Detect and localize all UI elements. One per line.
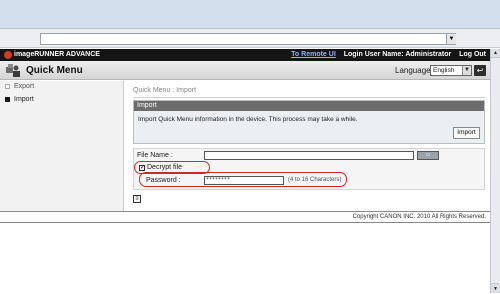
back-arrow-icon[interactable]: ↩ [474, 65, 486, 76]
title-bar: Quick Menu Language English ▼ ↩ [0, 61, 490, 80]
language-label: Language [395, 66, 431, 75]
import-form: File Name : ▭ ✓ Decrypt file Password : … [133, 148, 485, 190]
import-panel-title: Import [134, 101, 484, 111]
scroll-down-icon[interactable]: ▼ [491, 283, 500, 293]
canon-logo-icon [4, 51, 12, 59]
password-label: Password : [146, 177, 181, 184]
page-title: Quick Menu [26, 65, 83, 76]
sidebar: Export Import [0, 81, 124, 211]
decrypt-checkbox[interactable]: ✓ [139, 165, 145, 171]
header-links: To Remote UI Login User Name: Administra… [285, 49, 486, 61]
address-input[interactable] [40, 33, 456, 45]
footer: Copyright CANON INC. 2010 All Rights Res… [0, 211, 490, 223]
brand-name: imageRUNNER ADVANCE [14, 51, 100, 58]
page-blank-area [0, 224, 490, 293]
quick-menu-icon [6, 64, 20, 77]
browse-icon[interactable]: ▭ [417, 151, 439, 160]
sidebar-item-export[interactable]: Export [0, 81, 124, 92]
language-value: English [433, 67, 455, 74]
divider [133, 97, 485, 98]
scroll-up-icon[interactable]: ▲ [491, 49, 500, 58]
page-top-icon[interactable]: ≡ [133, 195, 141, 203]
main-content: Quick Menu : Import Import Import Quick … [125, 81, 490, 211]
browser-toolbar [0, 0, 500, 29]
language-select[interactable]: English ▼ [430, 65, 472, 76]
login-user-name: Login User Name: Administrator [343, 51, 452, 58]
chevron-down-icon: ▼ [462, 66, 471, 75]
bullet-icon [5, 84, 10, 89]
sidebar-item-import[interactable]: Import [0, 94, 124, 105]
import-panel: Import Import Quick Menu information in … [133, 100, 485, 144]
decrypt-label: Decrypt file [147, 164, 183, 171]
import-button[interactable]: Import [453, 127, 480, 139]
bullet-icon [5, 97, 10, 102]
address-dropdown-icon[interactable]: ▼ [446, 34, 456, 44]
file-name-label: File Name : [137, 152, 173, 159]
remote-ui-link[interactable]: To Remote UI [291, 51, 336, 58]
import-description: Import Quick Menu information in the dev… [138, 116, 358, 123]
app-header: imageRUNNER ADVANCE To Remote UI Login U… [0, 49, 490, 61]
sidebar-item-label: Import [14, 96, 34, 103]
file-name-input[interactable] [204, 151, 414, 160]
copyright: Copyright CANON INC. 2010 All Rights Res… [352, 214, 486, 220]
password-input[interactable]: ******** [204, 176, 284, 185]
logout-link[interactable]: Log Out [459, 51, 486, 58]
scrollbar[interactable]: ▲ ▼ [490, 49, 500, 293]
sidebar-item-label: Export [14, 83, 35, 90]
breadcrumb: Quick Menu : Import [133, 87, 197, 94]
password-hint: (4 to 16 Characters) [288, 177, 342, 183]
address-bar-area: ▼ [0, 29, 500, 48]
